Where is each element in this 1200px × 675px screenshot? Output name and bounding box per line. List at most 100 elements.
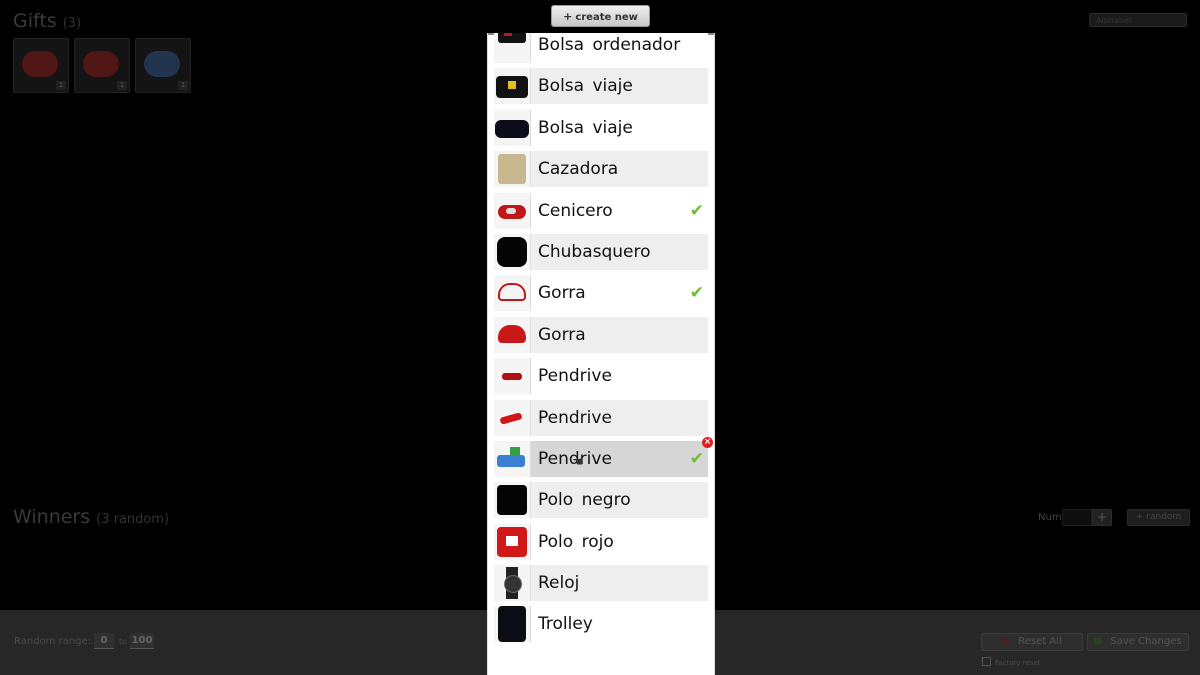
add-winner-button[interactable]: +: [1092, 509, 1112, 526]
gift-thumbnail: [494, 68, 531, 105]
gift-thumb-image: [22, 51, 58, 77]
gift-thumb[interactable]: 1: [74, 38, 130, 93]
gift-thumbnail: [494, 440, 531, 477]
gift-list-item[interactable]: Polo rojo: [494, 523, 708, 560]
random-range-label: Random range:: [14, 636, 92, 647]
gift-name: Polo negro: [538, 490, 631, 511]
save-icon: [1094, 637, 1103, 645]
gift-list-item[interactable]: Reloj: [494, 565, 708, 602]
gift-thumb[interactable]: 1: [13, 38, 69, 93]
thumbnail-shape: [508, 81, 516, 90]
gift-thumbnail: [494, 523, 531, 560]
reset-all-button[interactable]: Reset All: [981, 633, 1083, 651]
gift-list-item[interactable]: Bolsa viaje: [494, 68, 708, 105]
thumbnail-shape: [498, 33, 526, 43]
gift-thumb[interactable]: 1: [135, 38, 191, 93]
thumbnail-shape: [502, 373, 522, 381]
factory-reset-option[interactable]: Factory reset: [982, 657, 1041, 667]
gift-name: Cazadora: [538, 159, 619, 180]
gift-list-item[interactable]: Pendrive ✔ × ☚: [494, 436, 713, 477]
thumbnail-shape: [506, 207, 516, 214]
gift-thumbnail: [494, 151, 531, 188]
thumbnail-shape: [498, 606, 526, 643]
gift-thumb-count: 1: [178, 81, 188, 90]
selected-gift-thumbs: 1 1 1: [13, 38, 191, 93]
thumbnail-shape: [504, 575, 522, 594]
gift-thumbnail: [494, 565, 531, 602]
gift-list-item[interactable]: Bolsa ordenador: [494, 33, 708, 63]
range-from-input[interactable]: 0: [94, 633, 114, 649]
gifts-section-title: Gifts (3): [13, 10, 81, 32]
thumbnail-shape: [499, 411, 523, 425]
winners-title-text: Winners: [13, 506, 91, 528]
save-changes-label: Save Changes: [1110, 636, 1182, 647]
gift-thumbnail: [494, 482, 531, 519]
gift-thumbnail: [494, 192, 531, 229]
gift-name: Reloj: [538, 573, 580, 594]
gift-list-item[interactable]: Bolsa viaje: [494, 109, 708, 146]
factory-reset-label: Factory reset: [995, 659, 1041, 667]
gift-thumb-count: 1: [117, 81, 127, 90]
gift-name: Pendrive: [538, 407, 612, 428]
gift-list-item[interactable]: Gorra: [494, 316, 708, 353]
hand-cursor-icon: ☚: [572, 454, 584, 470]
gift-list-item[interactable]: Pendrive: [494, 358, 708, 395]
reset-icon: [1002, 637, 1011, 645]
gift-name: Pendrive: [538, 366, 612, 387]
range-to-input[interactable]: 100: [130, 633, 154, 649]
gift-name: Bolsa ordenador: [538, 35, 681, 55]
range-to-label: to: [119, 637, 128, 646]
gift-name: Gorra: [538, 324, 586, 345]
gift-name: Polo rojo: [538, 531, 614, 552]
gift-list-item[interactable]: Polo negro: [494, 482, 708, 519]
checkmark-icon: ✔: [689, 448, 704, 469]
gift-list-item[interactable]: Chubasquero: [494, 233, 708, 270]
gift-thumb-count: 1: [56, 81, 66, 90]
thumbnail-shape: [498, 154, 526, 185]
gift-name: Trolley: [538, 614, 593, 635]
gift-thumbnail: [494, 606, 531, 643]
gift-list-item[interactable]: Cazadora: [494, 151, 708, 188]
gift-name: Bolsa viaje: [538, 117, 633, 138]
thumbnail-shape: [498, 283, 526, 302]
gift-name: Bolsa viaje: [538, 76, 633, 97]
gifts-title-text: Gifts: [13, 10, 57, 32]
random-button[interactable]: + random: [1127, 509, 1190, 526]
remove-icon[interactable]: ×: [702, 436, 713, 448]
gift-thumbnail: [494, 33, 531, 63]
thumbnail-shape: [498, 324, 526, 343]
gift-list-item[interactable]: Trolley: [494, 606, 708, 643]
gift-name: Cenicero: [538, 200, 613, 221]
thumbnail-shape: [510, 446, 520, 455]
gift-list-item[interactable]: Pendrive: [494, 399, 708, 436]
checkmark-icon: ✔: [689, 200, 704, 221]
gift-picker-popup: Bolsa ordenador Bolsa viaje Bolsa viaje Caz…: [487, 33, 715, 675]
checkmark-icon: ✔: [689, 283, 704, 304]
num-input[interactable]: [1062, 509, 1092, 526]
winners-subtitle: (3 random): [96, 512, 170, 527]
save-changes-button[interactable]: Save Changes: [1087, 633, 1189, 651]
gift-thumbnail: [494, 316, 531, 353]
sort-select[interactable]: Alphabet: [1089, 13, 1187, 27]
gift-thumb-image: [83, 51, 119, 77]
thumbnail-shape: [506, 535, 518, 546]
gift-name: Chubasquero: [538, 241, 651, 262]
reset-all-label: Reset All: [1018, 636, 1062, 647]
thumbnail-shape: [504, 33, 512, 36]
gift-list-item[interactable]: Gorra ✔: [494, 275, 708, 312]
gift-thumbnail: [494, 233, 531, 270]
winners-section-title: Winners (3 random): [13, 506, 169, 528]
gift-thumb-image: [144, 51, 180, 77]
gift-thumbnail: [494, 358, 531, 395]
thumbnail-shape: [497, 454, 525, 467]
gift-thumbnail: [494, 109, 531, 146]
gift-thumbnail: [494, 399, 531, 436]
gift-thumbnail: [494, 275, 531, 312]
plus-icon: +: [563, 10, 573, 23]
create-new-gift-button[interactable]: +create new gift: [551, 5, 650, 45]
gift-name: Gorra: [538, 283, 586, 304]
gift-list-item[interactable]: Cenicero ✔: [494, 192, 708, 229]
gift-list: Bolsa ordenador Bolsa viaje Bolsa viaje Caz…: [494, 33, 713, 648]
factory-reset-checkbox[interactable]: [982, 657, 991, 666]
thumbnail-shape: [497, 236, 527, 267]
